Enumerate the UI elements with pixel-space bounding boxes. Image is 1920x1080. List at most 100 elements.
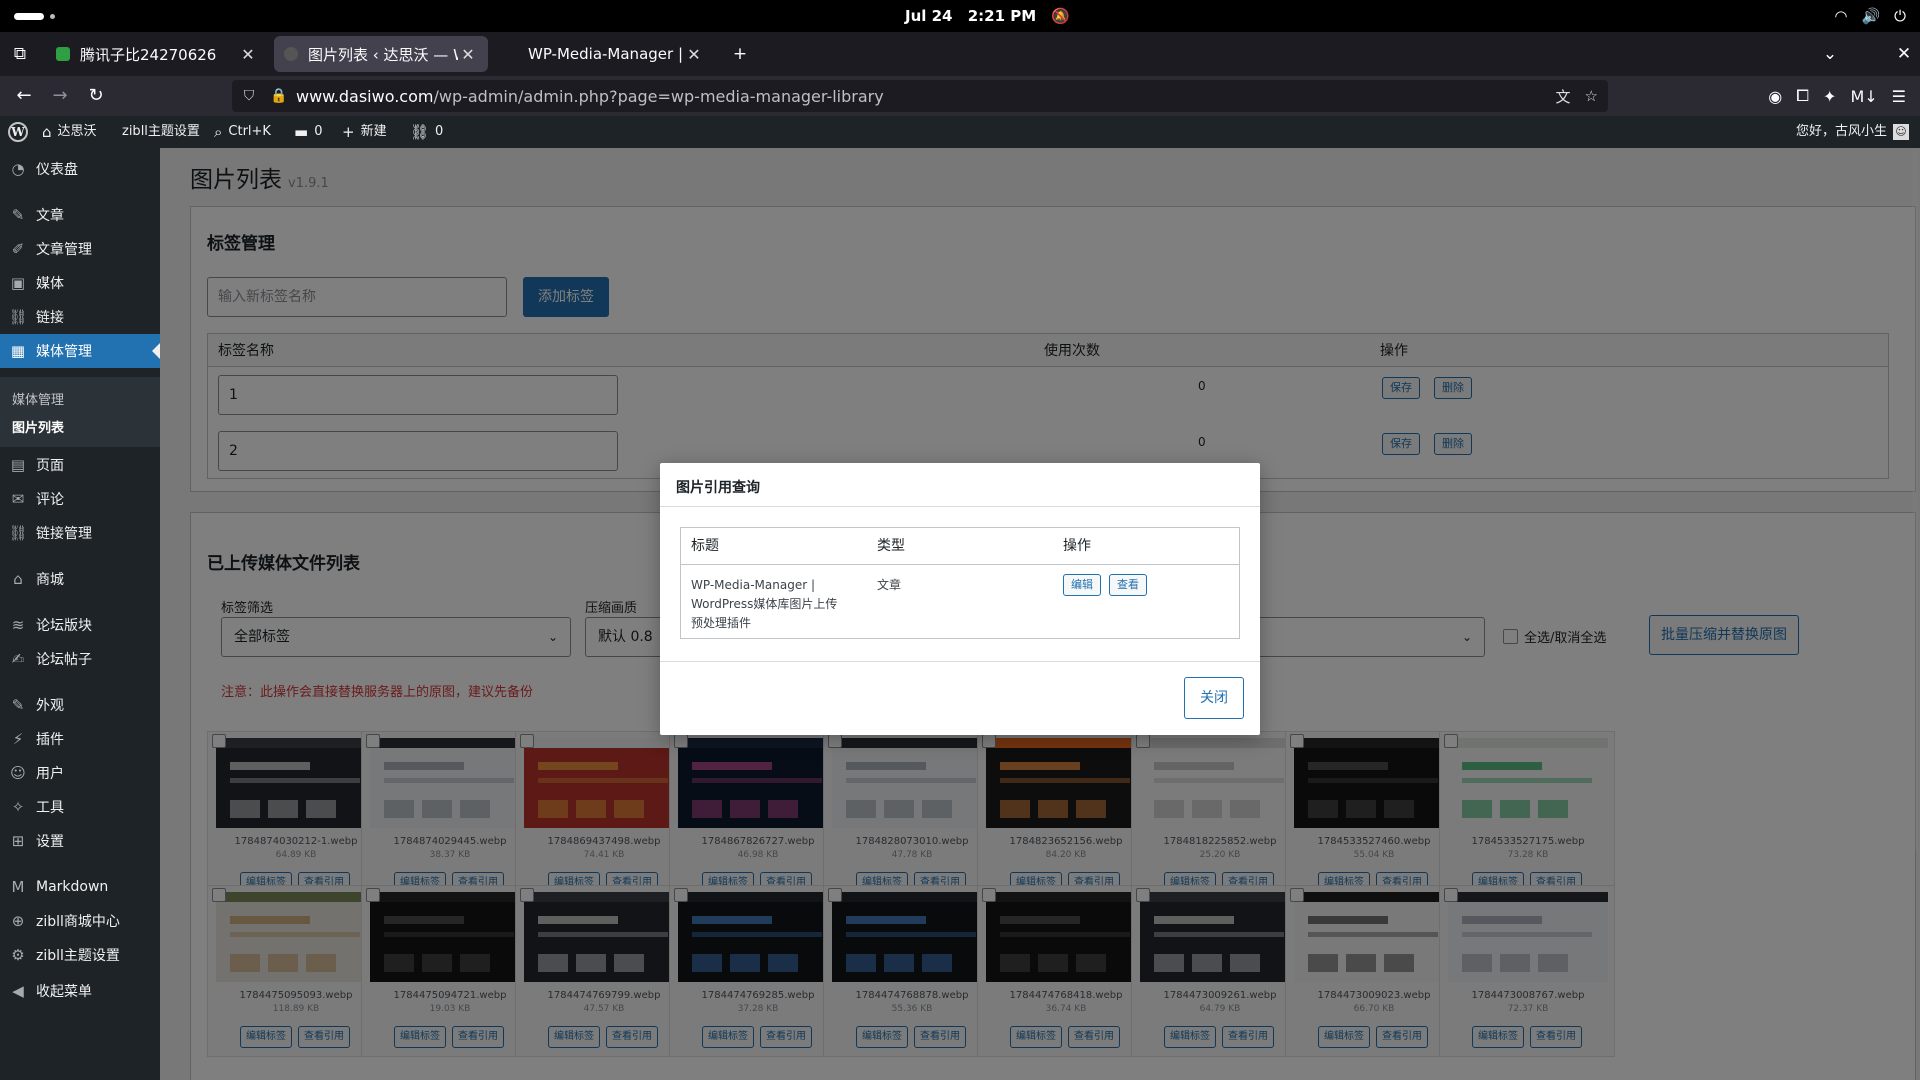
modal-footer-divider: [660, 661, 1260, 662]
sidebar-item-label: 文章: [36, 208, 64, 224]
modal-title: 图片引用查询: [676, 480, 760, 496]
wp-logo-icon[interactable]: W: [8, 116, 28, 148]
pin-icon: ✎: [11, 206, 25, 224]
sidebar-item[interactable]: ◔ 仪表盘: [0, 152, 160, 186]
sidebar-item[interactable]: ⚡ 插件: [0, 722, 160, 756]
sidebar-item-label: 设置: [36, 834, 64, 850]
forward-icon[interactable]: →: [46, 82, 74, 110]
sidebar-item[interactable]: ⚙ zibll主题设置: [0, 938, 160, 972]
sidebar-item-label: 收起菜单: [36, 984, 92, 1000]
sidebar-item[interactable]: ✧ 工具: [0, 790, 160, 824]
sidebar-item[interactable]: ✎ 外观: [0, 688, 160, 722]
avatar: ☺: [1893, 124, 1910, 140]
link-icon: ⛓: [410, 123, 430, 141]
sidebar-item-label: 外观: [36, 698, 64, 714]
url-text[interactable]: www.dasiwo.com/wp-admin/admin.php?page=w…: [296, 87, 884, 106]
close-modal-button[interactable]: 关闭: [1184, 677, 1244, 719]
close-icon[interactable]: ✕: [458, 45, 478, 64]
system-status-area[interactable]: ◠ 🔊 ⏻: [1834, 0, 1906, 32]
bookmark-star-icon[interactable]: ☆: [1585, 87, 1598, 105]
sidebar-item[interactable]: ⊕ zibll商城中心: [0, 904, 160, 938]
new-content-link[interactable]: + 新建: [342, 116, 387, 148]
sidebar-item-label: 文章管理: [36, 242, 92, 258]
sidebar-item[interactable]: ⛓ 链接管理: [0, 516, 160, 550]
sidebar-item[interactable]: ▤ 页面: [0, 448, 160, 482]
tab-wp-media-manager[interactable]: WP-Media-Manager | Wo ✕: [518, 36, 714, 72]
account-icon[interactable]: ◉: [1768, 87, 1782, 106]
sidebar-item[interactable]: ◀ 收起菜单: [0, 974, 160, 1008]
view-reference-button[interactable]: 查看: [1109, 574, 1147, 596]
system-clock[interactable]: Jul 24 2:21 PM 🔕: [905, 0, 1080, 32]
menu-icon[interactable]: ☰: [1892, 87, 1906, 106]
theme-settings-link[interactable]: zibll主题设置: [122, 116, 200, 148]
sidebar-item[interactable]: ✎ 文章: [0, 198, 160, 232]
links-count[interactable]: ⛓ 0: [410, 116, 443, 148]
search-icon: ⌕: [214, 123, 223, 141]
markdown-addon-icon[interactable]: M↓: [1850, 87, 1877, 106]
wifi-icon: ◠: [1834, 7, 1848, 25]
sidebar-item[interactable]: ⊞ 设置: [0, 824, 160, 858]
extensions-icon[interactable]: ⧠: [1796, 86, 1809, 106]
lock-icon[interactable]: 🔒: [266, 88, 292, 104]
sidebar-item[interactable]: ▣ 媒体: [0, 266, 160, 300]
sidebar-item[interactable]: ⌂ 商城: [0, 562, 160, 596]
post-icon: ✍: [11, 650, 25, 668]
media-icon: ▣: [10, 274, 26, 292]
sidebar-item[interactable]: ▦ 媒体管理: [0, 334, 160, 368]
collapse-icon: ◀: [12, 982, 24, 1000]
edit-reference-button[interactable]: 编辑: [1063, 574, 1101, 596]
sidebar-item[interactable]: M Markdown: [0, 870, 160, 904]
comment-icon: ▬: [294, 123, 309, 141]
media-manager-submenu: 媒体管理 图片列表: [0, 377, 160, 447]
browser-tab-bar: ⧉ 腾讯子比24270626 ✕ 图片列表 ‹ 达思沃 — Wor ✕ WP-M…: [0, 32, 1920, 76]
sidebar-item-label: zibll主题设置: [36, 948, 120, 964]
comment-icon: ✉: [11, 490, 25, 508]
translate-icon[interactable]: 文: [1556, 86, 1571, 107]
tab-title: WP-Media-Manager | Wo: [528, 45, 684, 63]
user-greeting[interactable]: 您好，古风小生 ☺: [1796, 116, 1910, 148]
admin-search[interactable]: ⌕ Ctrl+K: [214, 116, 271, 148]
reload-icon[interactable]: ↻: [82, 82, 110, 110]
link-icon: ⛓: [8, 308, 28, 326]
brush-icon: ✎: [11, 696, 25, 714]
wp-admin-bar: W ⌂ 达思沃 zibll主题设置 ⌕ Ctrl+K ▬ 0 + 新建 ⛓ 0 …: [0, 116, 1920, 148]
shield-icon[interactable]: ⛉: [236, 88, 262, 104]
col-type: 类型: [877, 538, 905, 554]
close-icon[interactable]: ✕: [238, 45, 258, 64]
window-close-icon[interactable]: ✕: [1890, 36, 1918, 72]
tab-title: 腾讯子比24270626: [80, 45, 217, 64]
close-icon[interactable]: ✕: [684, 45, 704, 64]
url-bar[interactable]: ⛉ 🔒 www.dasiwo.com/wp-admin/admin.php?pa…: [232, 80, 1608, 112]
sidebar-item[interactable]: ✍ 论坛帖子: [0, 642, 160, 676]
col-action: 操作: [1063, 538, 1091, 554]
sidebar-item-label: 页面: [36, 458, 64, 474]
row-divider: [681, 564, 1239, 565]
sidebar-item-label: Markdown: [36, 879, 109, 895]
settings-icon: ⊞: [11, 832, 25, 850]
reference-table: 标题 类型 操作 WP-Media-Manager | WordPress媒体库…: [680, 527, 1240, 639]
tab-overview-icon[interactable]: ⧉: [6, 36, 34, 72]
system-date: Jul 24: [905, 7, 953, 25]
sidebar-item-label: zibll商城中心: [36, 914, 120, 930]
back-icon[interactable]: ←: [10, 82, 38, 110]
home-icon: ⌂: [42, 123, 52, 141]
tab-image-list[interactable]: 图片列表 ‹ 达思沃 — Wor ✕: [274, 36, 488, 72]
new-tab-icon[interactable]: +: [726, 36, 754, 72]
sidebar-item-label: 插件: [36, 732, 64, 748]
dashboard-icon: ◔: [11, 160, 25, 178]
site-name-link[interactable]: ⌂ 达思沃: [42, 116, 97, 148]
submenu-media-manager[interactable]: 媒体管理: [12, 389, 64, 408]
list-tabs-icon[interactable]: ⌄: [1816, 36, 1844, 72]
addon-icon[interactable]: ✦: [1823, 87, 1836, 106]
submenu-image-list[interactable]: 图片列表: [12, 417, 64, 436]
sidebar-item-label: 媒体管理: [36, 344, 92, 360]
sidebar-item[interactable]: ✉ 评论: [0, 482, 160, 516]
comments-link[interactable]: ▬ 0: [294, 116, 322, 148]
sidebar-item[interactable]: ☺ 用户: [0, 756, 160, 790]
activities-indicator[interactable]: [14, 13, 44, 20]
sidebar-item[interactable]: ≋ 论坛版块: [0, 608, 160, 642]
tab-tencent[interactable]: 腾讯子比24270626 ✕: [46, 36, 268, 72]
sidebar-item[interactable]: ✐ 文章管理: [0, 232, 160, 266]
sidebar-item[interactable]: ⛓ 链接: [0, 300, 160, 334]
plus-icon: +: [342, 123, 355, 141]
